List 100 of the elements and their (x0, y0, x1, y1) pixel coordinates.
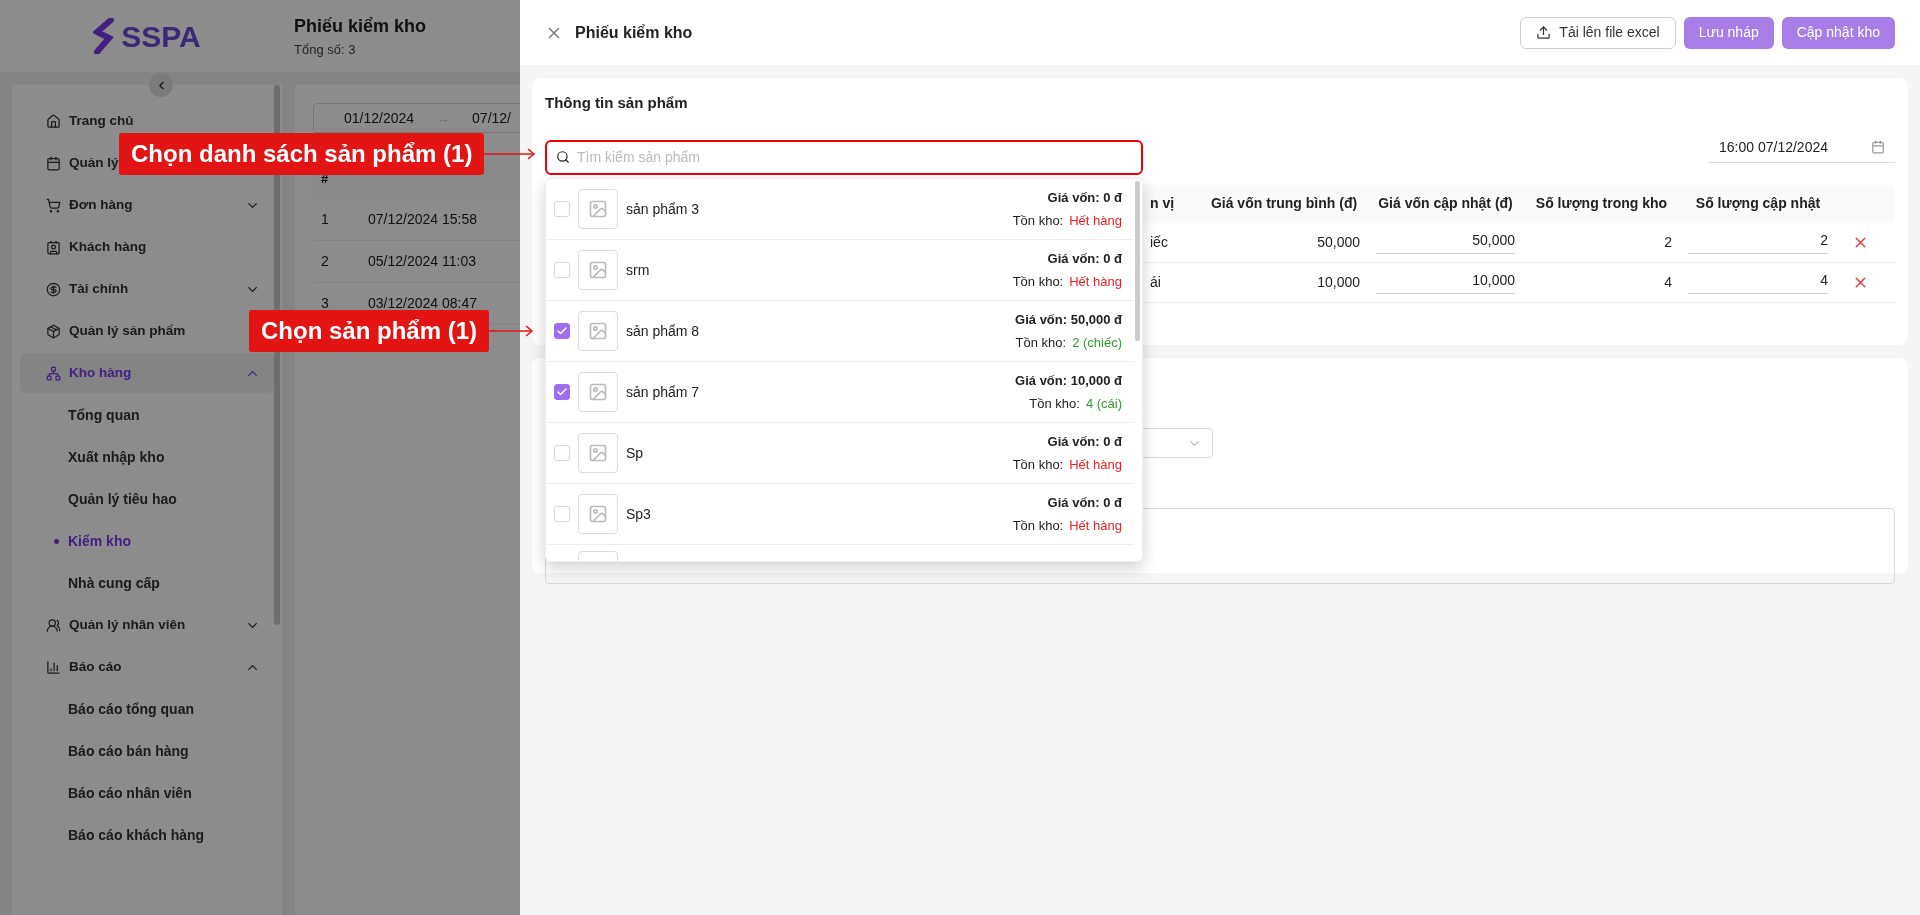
search-field[interactable]: Tìm kiếm sản phẩm (545, 139, 1143, 175)
stock-label: Tồn kho: (1015, 333, 1067, 352)
cost-input[interactable]: 50,000 (1376, 230, 1515, 254)
check-icon (556, 386, 568, 398)
stock-value: Hết hàng (1069, 272, 1122, 291)
stock-value: Hết hàng (1069, 516, 1122, 535)
image-icon (588, 504, 608, 524)
sidebar-item[interactable]: Đơn hàng (20, 185, 274, 225)
stock-label: Tồn kho: (1012, 272, 1064, 291)
quantity-input[interactable]: 4 (1688, 270, 1828, 294)
cost-price: Giá vốn: 10,000 đ (1015, 372, 1122, 390)
sidebar-item[interactable]: Báo cáo (20, 647, 274, 687)
quantity-input[interactable]: 2 (1688, 230, 1828, 254)
menu-icon (46, 239, 61, 255)
product-name: Sp3 (626, 504, 652, 524)
sidebar-item[interactable]: Quản lý sản phẩm (20, 311, 200, 351)
calendar-icon (1871, 140, 1885, 154)
sidebar-item[interactable]: Kho hàng (20, 353, 274, 393)
table-cell-text: iếc (1149, 232, 1169, 252)
menu-icon (46, 197, 61, 213)
submenu-item[interactable]: Kiểm kho (20, 521, 274, 561)
cost-price: Giá vốn: 0 đ (1047, 189, 1122, 207)
product-name: Sp (626, 443, 645, 463)
table-cell-text: 2 (1663, 232, 1673, 252)
menu-icon (46, 617, 61, 633)
image-icon (588, 321, 608, 341)
product-option[interactable]: sản phẩm 7 Giá vốn: 10,000 đ Tồn kho: 4 (cái) (546, 362, 1134, 423)
table-cell-text: 50,000 (1316, 232, 1361, 252)
cost-input[interactable]: 10,000 (1376, 270, 1515, 294)
logo-icon (93, 18, 116, 54)
column-header: Số lượng trong kho (1534, 194, 1669, 213)
column-header: n vị (1149, 194, 1176, 213)
product-name: sản phẩm 8 (626, 321, 701, 341)
sidebar-item[interactable]: Tài chính (20, 269, 274, 309)
stock-value: Hết hàng (1069, 211, 1122, 230)
stock-label: Tồn kho: (1012, 455, 1064, 474)
table-cell-text: 3 (320, 294, 330, 313)
menu-icon (46, 365, 61, 381)
cost-price: Giá vốn: 0 đ (1047, 250, 1122, 268)
toolbar-button[interactable]: Tải lên file excel (1520, 16, 1676, 49)
stock-value: 4 (cái) (1085, 394, 1122, 413)
product-option[interactable]: Sp Giá vốn: 0 đ Tồn kho: Hết hàng (546, 423, 1134, 484)
column-header: Giá vốn cập nhật (đ) (1377, 194, 1514, 213)
column-header: Số lượng cập nhật (1694, 194, 1822, 213)
submenu-item[interactable]: Xuất nhập kho (20, 437, 274, 477)
stock-label: Tồn kho: (1012, 211, 1064, 230)
menu-icon (46, 155, 61, 171)
product-name: srm (626, 260, 651, 280)
logo-text: SSPA (121, 18, 201, 55)
cost-price: Giá vốn: 0 đ (1047, 433, 1122, 451)
table-cell-text: 2 (320, 252, 330, 271)
sidebar-item[interactable]: Khách hàng (20, 227, 161, 267)
product-name: sản phẩm 7 (626, 382, 701, 402)
stock-label: Tồn kho: (1012, 516, 1064, 535)
table-cell-text: 4 (1663, 272, 1673, 292)
submenu-item[interactable]: Báo cáo bán hàng (20, 731, 274, 771)
submenu-item[interactable]: Báo cáo khách hàng (20, 815, 274, 855)
upload-icon (1536, 25, 1552, 40)
checkbox[interactable] (554, 384, 570, 400)
annotation-label: Chọn sản phẩm (1) (249, 310, 489, 352)
table-cell-text: 10,000 (1316, 272, 1361, 292)
image-icon (588, 382, 608, 402)
menu-icon (46, 323, 61, 339)
table-cell-text: 05/12/2024 11:03 (368, 252, 476, 271)
image-icon (588, 443, 608, 463)
checkbox[interactable] (554, 323, 570, 339)
toolbar-button[interactable]: Lưu nháp (1683, 16, 1774, 49)
drawer-title: Phiếu kiểm kho (575, 22, 693, 43)
product-option[interactable]: sản phẩm 3 Giá vốn: 0 đ Tồn kho: Hết hàng (546, 179, 1134, 240)
toolbar-button[interactable]: Cập nhật kho (1781, 16, 1895, 49)
table-cell-text: ái (1149, 272, 1162, 292)
menu-icon (46, 281, 61, 297)
page-title: Phiếu kiểm kho (294, 14, 427, 38)
menu-icon (46, 659, 61, 675)
submenu-item[interactable]: Quản lý tiêu hao (20, 479, 274, 519)
sidebar-item[interactable]: Quản lý nhân viên (20, 605, 274, 645)
product-option[interactable]: sản phẩm 8 Giá vốn: 50,000 đ Tồn kho: 2 (chiếc) (546, 301, 1134, 362)
product-option[interactable]: srm Giá vốn: 0 đ Tồn kho: Hết hàng (546, 240, 1134, 301)
section-title: Thông tin sản phẩm (545, 93, 689, 113)
submenu-item[interactable]: Tổng quan (20, 395, 274, 435)
date-field[interactable]: 16:00 07/12/2024 (1709, 132, 1895, 163)
stock-value: 2 (chiếc) (1072, 333, 1122, 352)
submenu-item[interactable]: Nhà cung cấp (20, 563, 274, 603)
annotation-label: Chọn danh sách sản phẩm (1) (119, 133, 485, 175)
table-cell-text: 03/12/2024 08:47 (368, 294, 477, 313)
collapse-button[interactable] (149, 73, 173, 97)
product-option[interactable]: Sp3 Giá vốn: 0 đ Tồn kho: Hết hàng (546, 484, 1134, 545)
cost-price: Giá vốn: 50,000 đ (1015, 311, 1122, 329)
image-icon (588, 199, 608, 219)
submenu-item[interactable]: Báo cáo nhân viên (20, 773, 274, 813)
check-icon (556, 325, 568, 337)
submenu-item[interactable]: Báo cáo tổng quan (20, 689, 274, 729)
annotation-arrow (484, 147, 537, 161)
table-cell-text: 1 (320, 210, 330, 229)
cost-price: Giá vốn: 0 đ (1047, 494, 1122, 512)
column-header: Giá vốn trung bình (đ) (1209, 194, 1359, 213)
menu-icon (46, 113, 61, 129)
image-icon (588, 260, 608, 280)
stock-label: Tồn kho: (1029, 394, 1080, 413)
stock-value: Hết hàng (1069, 455, 1122, 474)
